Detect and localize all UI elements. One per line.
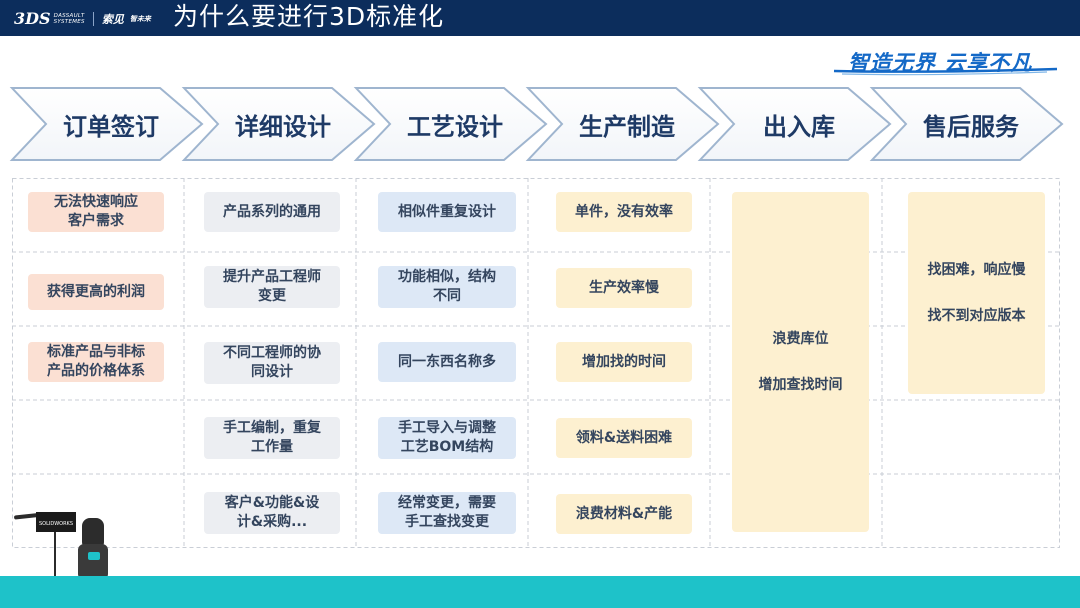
issue-after-sales-card: 找困难，响应慢 找不到对应版本 xyxy=(908,192,1045,394)
issue-design-4: 手工编制，重复 工作量 xyxy=(204,417,340,459)
issue-production-4: 领料&送料困难 xyxy=(556,418,692,458)
issue-after-sales-1: 找困难，响应慢 xyxy=(927,261,1026,278)
issue-production-3: 增加找的时间 xyxy=(556,342,692,382)
issues-grid: 无法快速响应 客户需求 获得更高的利润 标准产品与非标 产品的价格体系 产品系列… xyxy=(12,178,1060,548)
issue-design-1: 产品系列的通用 xyxy=(204,192,340,232)
screen-label: SOLIDWORKS xyxy=(39,521,73,527)
issue-process-2: 功能相似，结构 不同 xyxy=(378,266,516,308)
issue-design-3: 不同工程师的协 同设计 xyxy=(204,342,340,384)
issue-production-2: 生产效率慢 xyxy=(556,268,692,308)
issue-order-1: 无法快速响应 客户需求 xyxy=(28,192,164,232)
step-label-order: 订单签订 xyxy=(63,112,159,141)
footer-band xyxy=(0,576,1080,608)
issue-production-5: 浪费材料&产能 xyxy=(556,494,692,534)
issue-process-4: 手工导入与调整 工艺BOM结构 xyxy=(378,417,516,459)
issue-process-3: 同一东西名称多 xyxy=(378,342,516,382)
issue-warehouse-2: 增加查找时间 xyxy=(758,376,843,393)
issue-production-1: 单件，没有效率 xyxy=(556,192,692,232)
step-label-warehouse: 出入库 xyxy=(763,112,835,141)
issue-warehouse-card: 浪费库位 增加查找时间 xyxy=(732,192,869,532)
process-flow xyxy=(9,87,1064,161)
step-label-process: 工艺设计 xyxy=(407,112,503,141)
issue-order-2: 获得更高的利润 xyxy=(28,274,164,310)
issue-order-3: 标准产品与非标 产品的价格体系 xyxy=(28,342,164,382)
issue-design-2: 提升产品工程师 变更 xyxy=(204,266,340,308)
issue-process-5: 经常变更，需要 手工查找变更 xyxy=(378,492,516,534)
issue-warehouse-1: 浪费库位 xyxy=(772,330,829,347)
grid-lines xyxy=(12,178,1060,548)
step-label-design: 详细设计 xyxy=(235,112,331,141)
step-label-after-sales: 售后服务 xyxy=(923,112,1019,141)
issue-design-5: 客户&功能&设 计&采购... xyxy=(204,492,340,534)
issue-process-1: 相似件重复设计 xyxy=(378,192,516,232)
issue-after-sales-2: 找不到对应版本 xyxy=(927,307,1026,324)
step-label-production: 生产制造 xyxy=(579,112,675,141)
